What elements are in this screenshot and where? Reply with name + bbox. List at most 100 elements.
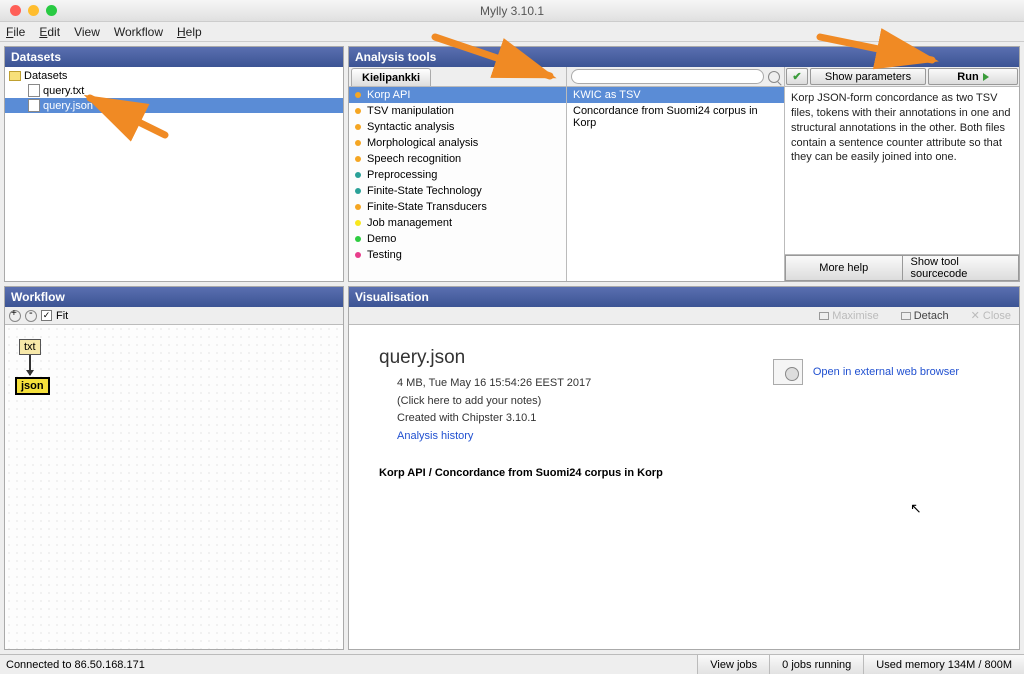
window-titlebar: Mylly 3.10.1: [0, 0, 1024, 22]
fit-checkbox[interactable]: ✓: [41, 310, 52, 321]
category-row[interactable]: Korp API: [349, 87, 566, 103]
category-label: Testing: [367, 249, 402, 261]
window-title: Mylly 3.10.1: [480, 4, 544, 18]
show-parameters-button[interactable]: Show parameters: [810, 68, 926, 85]
menu-help[interactable]: Help: [177, 25, 202, 39]
close-window-button[interactable]: [10, 5, 21, 16]
category-label: Korp API: [367, 89, 410, 101]
analysis-panel: Analysis tools Kielipankki Korp API TSV m…: [348, 46, 1020, 282]
category-bullet-icon: [355, 204, 361, 210]
tool-search-input[interactable]: [571, 69, 764, 84]
workflow-header: Workflow: [5, 287, 343, 307]
category-bullet-icon: [355, 220, 361, 226]
category-row[interactable]: Job management: [349, 215, 566, 231]
notes-placeholder[interactable]: (Click here to add your notes): [397, 393, 989, 411]
category-row[interactable]: Morphological analysis: [349, 135, 566, 151]
category-label: Morphological analysis: [367, 137, 478, 149]
menu-file[interactable]: File: [6, 25, 25, 39]
menu-view[interactable]: View: [74, 25, 100, 39]
tool-row-secondary[interactable]: Concordance from Suomi24 corpus in Korp: [567, 103, 784, 131]
category-bullet-icon: [355, 124, 361, 130]
category-label: Finite-State Transducers: [367, 201, 487, 213]
visualisation-panel: Visualisation Maximise Detach ✕ Close qu…: [348, 286, 1020, 650]
category-row[interactable]: Finite-State Technology: [349, 183, 566, 199]
validate-button[interactable]: ✔: [786, 68, 808, 85]
category-bullet-icon: [355, 172, 361, 178]
workflow-edge: [29, 355, 31, 375]
maximise-button: Maximise: [819, 310, 878, 322]
mouse-cursor-icon: ↖: [910, 500, 922, 517]
category-label: Finite-State Technology: [367, 185, 482, 197]
tree-root-label: Datasets: [24, 70, 67, 82]
tool-row-selected[interactable]: KWIC as TSV: [567, 87, 784, 103]
analysis-path: Korp API / Concordance from Suomi24 corp…: [379, 467, 989, 479]
menu-workflow[interactable]: Workflow: [114, 25, 163, 39]
status-bar: Connected to 86.50.168.171 View jobs 0 j…: [0, 654, 1024, 674]
workflow-node-json[interactable]: json: [15, 377, 50, 395]
datasets-tree[interactable]: Datasets query.txt query.json: [5, 67, 343, 281]
file-icon: [28, 99, 40, 112]
category-row[interactable]: Demo: [349, 231, 566, 247]
detach-icon: [901, 312, 911, 320]
datasets-panel: Datasets Datasets query.txt query.json: [4, 46, 344, 282]
category-list[interactable]: Korp API TSV manipulation Syntactic analys…: [349, 87, 566, 281]
tree-root[interactable]: Datasets: [5, 69, 343, 83]
open-external-link[interactable]: Open in external web browser: [813, 366, 959, 378]
view-jobs-button[interactable]: View jobs: [697, 655, 769, 674]
category-bullet-icon: [355, 236, 361, 242]
category-bullet-icon: [355, 252, 361, 258]
tree-item-label: query.txt: [43, 85, 84, 97]
tool-description: Korp JSON-form concordance as two TSV fi…: [785, 87, 1019, 254]
category-row[interactable]: TSV manipulation: [349, 103, 566, 119]
workflow-canvas[interactable]: txt json: [5, 325, 343, 649]
folder-icon: [9, 71, 21, 81]
category-row[interactable]: Syntactic analysis: [349, 119, 566, 135]
category-label: Demo: [367, 233, 396, 245]
search-icon[interactable]: [768, 71, 780, 83]
jobs-running-status: 0 jobs running: [769, 655, 863, 674]
visualisation-header: Visualisation: [349, 287, 1019, 307]
category-row[interactable]: Finite-State Transducers: [349, 199, 566, 215]
zoom-out-icon[interactable]: [25, 310, 37, 322]
tree-item[interactable]: query.txt: [5, 83, 343, 98]
zoom-in-icon[interactable]: [9, 310, 21, 322]
run-button[interactable]: Run: [928, 68, 1018, 85]
analysis-history-link[interactable]: Analysis history: [397, 428, 989, 446]
tree-item-label: query.json: [43, 100, 93, 112]
fit-label: Fit: [56, 310, 68, 322]
tool-list[interactable]: KWIC as TSV Concordance from Suomi24 cor…: [567, 87, 784, 281]
minimize-window-button[interactable]: [28, 5, 39, 16]
tree-item-selected[interactable]: query.json: [5, 98, 343, 113]
category-bullet-icon: [355, 92, 361, 98]
close-vis-button: ✕ Close: [971, 309, 1011, 322]
workflow-panel: Workflow ✓ Fit txt json: [4, 286, 344, 650]
workflow-node-txt[interactable]: txt: [19, 339, 41, 355]
category-label: TSV manipulation: [367, 105, 454, 117]
connection-status: Connected to 86.50.168.171: [0, 655, 697, 674]
more-help-button[interactable]: More help: [785, 255, 902, 281]
category-tab[interactable]: Kielipankki: [351, 68, 431, 86]
zoom-window-button[interactable]: [46, 5, 57, 16]
category-bullet-icon: [355, 140, 361, 146]
category-bullet-icon: [355, 156, 361, 162]
category-bullet-icon: [355, 108, 361, 114]
datasets-header: Datasets: [5, 47, 343, 67]
category-bullet-icon: [355, 188, 361, 194]
maximise-icon: [819, 312, 829, 320]
created-with: Created with Chipster 3.10.1: [397, 410, 989, 428]
category-row[interactable]: Speech recognition: [349, 151, 566, 167]
file-icon: [28, 84, 40, 97]
category-label: Speech recognition: [367, 153, 461, 165]
category-label: Syntactic analysis: [367, 121, 454, 133]
category-label: Preprocessing: [367, 169, 437, 181]
detach-button[interactable]: Detach: [901, 310, 949, 322]
memory-status: Used memory 134M / 800M: [863, 655, 1024, 674]
browser-icon: [773, 359, 803, 385]
category-row[interactable]: Preprocessing: [349, 167, 566, 183]
show-sourcecode-button[interactable]: Show tool sourcecode: [902, 255, 1020, 281]
menu-bar: File Edit View Workflow Help: [0, 22, 1024, 42]
analysis-header: Analysis tools: [349, 47, 1019, 67]
menu-edit[interactable]: Edit: [39, 25, 60, 39]
category-row[interactable]: Testing: [349, 247, 566, 263]
play-icon: [983, 73, 989, 81]
